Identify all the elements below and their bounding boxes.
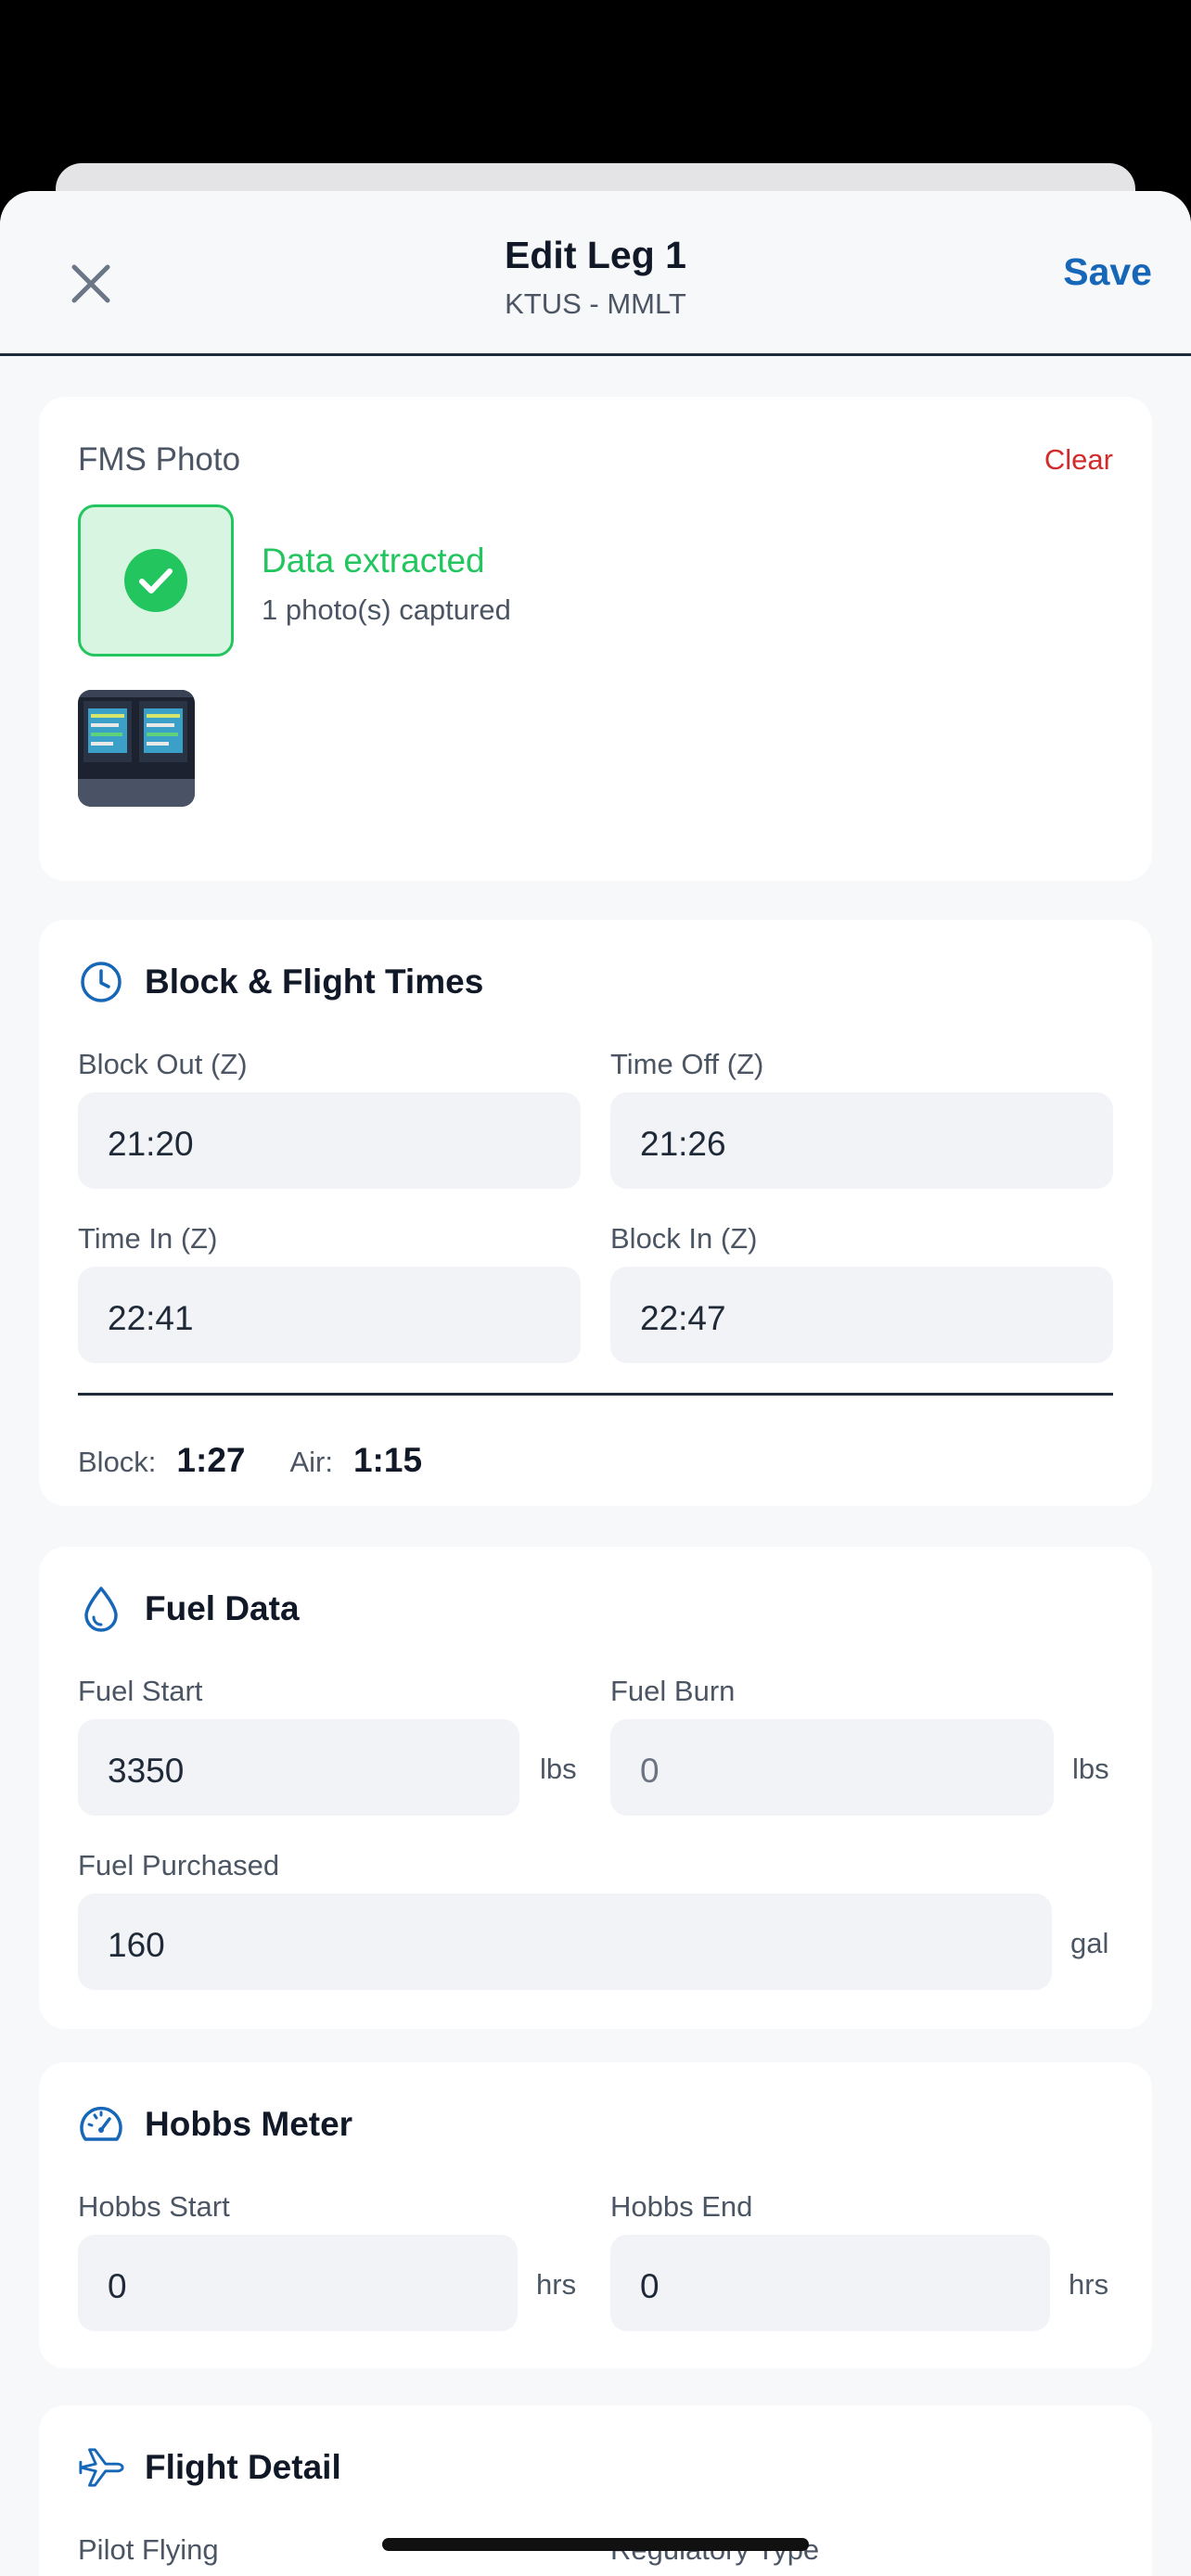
check-circle-icon — [124, 549, 187, 612]
time-off-input[interactable]: 21:26 — [610, 1092, 1113, 1189]
block-in-label: Block In (Z) — [610, 1222, 758, 1255]
fms-photo-label: FMS Photo — [78, 441, 241, 478]
block-in-input[interactable]: 22:47 — [610, 1267, 1113, 1363]
fuel-section-header: Fuel Data — [78, 1586, 300, 1632]
time-in-input[interactable]: 22:41 — [78, 1267, 581, 1363]
hobbs-section-title: Hobbs Meter — [145, 2105, 353, 2143]
fuel-start-label: Fuel Start — [78, 1675, 203, 1707]
fuel-burn-unit: lbs — [1072, 1753, 1109, 1785]
home-indicator[interactable] — [382, 2538, 809, 2551]
block-air-summary: Block: 1:27 Air: 1:15 — [78, 1441, 467, 1480]
hobbs-start-label: Hobbs Start — [78, 2190, 230, 2223]
edit-leg-sheet: Edit Leg 1 KTUS - MMLT Save FMS Photo Cl… — [0, 191, 1191, 2576]
detail-section-header: Flight Detail — [78, 2444, 341, 2491]
fuel-purchased-label: Fuel Purchased — [78, 1849, 280, 1881]
air-key: Air: — [289, 1446, 333, 1478]
time-off-label: Time Off (Z) — [610, 1048, 764, 1080]
fuel-start-input[interactable]: 3350 — [78, 1719, 519, 1816]
block-flight-times-card: Block & Flight Times Block Out (Z) 21:20… — [39, 920, 1152, 1506]
photo-count: 1 photo(s) captured — [262, 593, 511, 626]
sheet-header: Edit Leg 1 KTUS - MMLT Save — [0, 191, 1191, 356]
hobbs-start-input[interactable]: 0 — [78, 2235, 518, 2331]
speedometer-icon — [78, 2101, 124, 2148]
times-section-title: Block & Flight Times — [145, 963, 484, 1001]
fuel-purchased-input[interactable]: 160 — [78, 1894, 1052, 1990]
hobbs-start-unit: hrs — [536, 2268, 577, 2301]
airplane-icon — [78, 2444, 124, 2491]
route-subtitle: KTUS - MMLT — [505, 287, 686, 320]
fms-photo-thumbnail[interactable] — [78, 690, 195, 807]
fuel-purchased-unit: gal — [1070, 1927, 1109, 1959]
hobbs-end-input[interactable]: 0 — [610, 2235, 1050, 2331]
time-in-label: Time In (Z) — [78, 1222, 218, 1255]
block-out-input[interactable]: 21:20 — [78, 1092, 581, 1189]
fms-photo-card: FMS Photo Clear Data extracted 1 photo(s… — [39, 397, 1152, 881]
clock-icon — [78, 959, 124, 1005]
fuel-section-title: Fuel Data — [145, 1589, 300, 1627]
hobbs-section-header: Hobbs Meter — [78, 2101, 352, 2148]
clear-button[interactable]: Clear — [1044, 443, 1113, 477]
times-section-header: Block & Flight Times — [78, 959, 483, 1005]
pilot-flying-label: Pilot Flying — [78, 2533, 219, 2566]
fms-display-image — [78, 690, 195, 807]
hobbs-meter-card: Hobbs Meter Hobbs Start 0 hrs Hobbs End … — [39, 2062, 1152, 2368]
block-time-value: 1:27 — [176, 1441, 246, 1479]
water-drop-icon — [78, 1586, 124, 1632]
fuel-burn-input[interactable]: 0 — [610, 1719, 1054, 1816]
fuel-start-unit: lbs — [540, 1753, 577, 1785]
save-button[interactable]: Save — [1063, 250, 1152, 294]
detail-section-title: Flight Detail — [145, 2448, 341, 2486]
hobbs-end-label: Hobbs End — [610, 2190, 753, 2223]
extraction-status-tile[interactable] — [78, 504, 234, 657]
block-key: Block: — [78, 1446, 157, 1478]
fuel-burn-label: Fuel Burn — [610, 1675, 736, 1707]
block-out-label: Block Out (Z) — [78, 1048, 248, 1080]
times-divider — [78, 1393, 1113, 1396]
page-title: Edit Leg 1 — [505, 234, 686, 276]
hobbs-end-unit: hrs — [1069, 2268, 1109, 2301]
air-time-value: 1:15 — [352, 1441, 423, 1479]
fuel-data-card: Fuel Data Fuel Start 3350 lbs Fuel Burn … — [39, 1547, 1152, 2029]
extraction-status: Data extracted — [262, 542, 485, 580]
